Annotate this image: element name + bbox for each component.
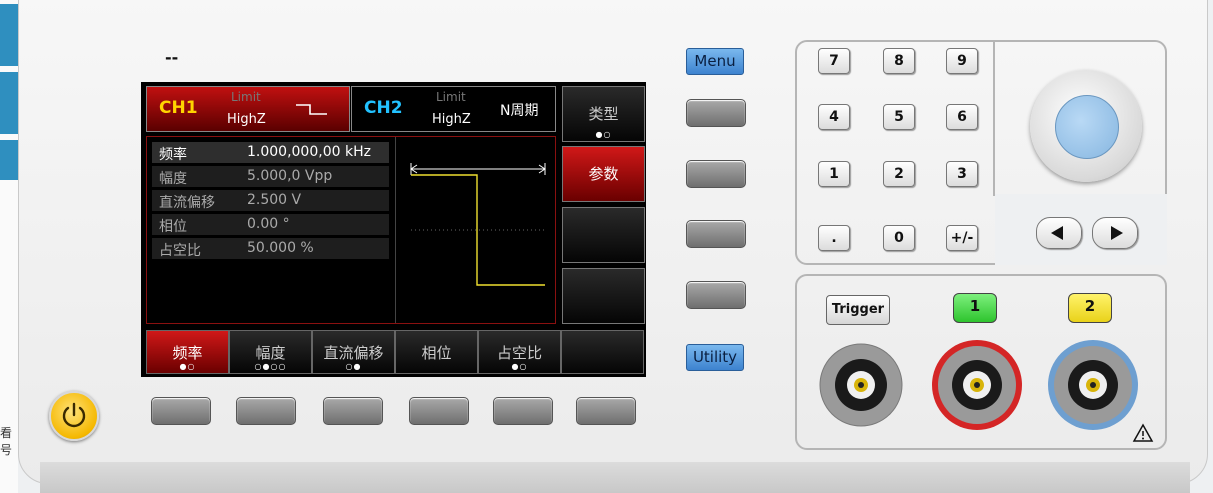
numpad-divider: [993, 40, 995, 196]
left-arrow-icon: [1051, 226, 1063, 240]
key-4[interactable]: 4: [818, 104, 850, 130]
param-value: 50.000 %: [247, 240, 314, 256]
hw-softkey-3[interactable]: [323, 397, 383, 425]
key-1[interactable]: 1: [818, 161, 850, 187]
bottom-key-empty[interactable]: [561, 330, 644, 374]
param-name: 幅度: [159, 171, 187, 187]
bottom-key-label: 频率: [172, 344, 203, 362]
bottom-key-label: 占空比: [496, 344, 542, 362]
warning-triangle-icon: [1132, 423, 1154, 442]
waveform-preview: [410, 163, 546, 286]
hw-softkey-6[interactable]: [576, 397, 636, 425]
key-3[interactable]: 3: [946, 161, 978, 187]
bottom-softkey-bar: 频率 ●○ 幅度 ○●○○ 直流偏移 ○● 相位 占空比 ●○: [146, 330, 645, 374]
param-row-amplitude[interactable]: 幅度 5.000,0 Vpp: [152, 166, 389, 187]
param-name: 直流偏移: [159, 195, 215, 211]
background-text: 看号: [0, 426, 13, 457]
ch2-output-button[interactable]: 2: [1068, 293, 1112, 323]
param-value: 1.000,000,00 kHz: [247, 144, 371, 160]
key-6[interactable]: 6: [946, 104, 978, 130]
param-row-duty[interactable]: 占空比 50.000 %: [152, 238, 389, 259]
hw-softkey-5[interactable]: [493, 397, 553, 425]
bottom-key-frequency[interactable]: 频率 ●○: [146, 330, 229, 374]
bottom-key-offset[interactable]: 直流偏移 ○●: [312, 330, 395, 374]
rotary-knob-cap[interactable]: [1055, 95, 1119, 159]
param-name: 频率: [159, 147, 187, 163]
power-button[interactable]: [49, 391, 99, 441]
softkey-type[interactable]: 类型 ●○: [562, 86, 645, 142]
param-name: 相位: [159, 219, 187, 235]
key-7[interactable]: 7: [818, 48, 850, 74]
bottom-key-duty[interactable]: 占空比 ●○: [478, 330, 561, 374]
right-arrow-button[interactable]: [1092, 217, 1138, 249]
ch1-bnc-connector: [932, 340, 1022, 430]
ch2-impedance: HighZ: [432, 112, 471, 127]
trigger-button[interactable]: Trigger: [826, 295, 890, 325]
key-0[interactable]: 0: [883, 225, 915, 251]
param-row-phase[interactable]: 相位 0.00 °: [152, 214, 389, 235]
hw-sidekey-4[interactable]: [686, 281, 746, 309]
bottom-key-label: 幅度: [255, 344, 286, 362]
ch1-limit: Limit: [231, 90, 261, 104]
param-value: 0.00 °: [247, 216, 290, 232]
ch2-bnc-connector: [1048, 340, 1138, 430]
bottom-key-dots: ○●○○: [254, 362, 287, 371]
background-window-strip: 看号: [0, 0, 18, 493]
key-plus-minus[interactable]: +/-: [946, 225, 978, 251]
param-row-offset[interactable]: 直流偏移 2.500 V: [152, 190, 389, 211]
ch1-impedance: HighZ: [227, 112, 266, 127]
bottom-key-phase[interactable]: 相位: [395, 330, 478, 374]
param-name: 占空比: [159, 243, 201, 259]
ch2-label: CH2: [364, 98, 403, 118]
square-wave-icon: [296, 104, 327, 115]
softkey-empty-4[interactable]: [562, 268, 645, 324]
softkey-type-dots: ●○: [595, 130, 612, 139]
device-bottom-band: [40, 462, 1190, 493]
hw-sidekey-1[interactable]: [686, 99, 746, 127]
bottom-key-label: 相位: [421, 344, 452, 362]
softkey-params-label: 参数: [588, 165, 619, 183]
bottom-key-label: 直流偏移: [323, 344, 384, 362]
hw-softkey-1[interactable]: [151, 397, 211, 425]
param-value: 2.500 V: [247, 192, 302, 208]
key-9[interactable]: 9: [946, 48, 978, 74]
param-value: 5.000,0 Vpp: [247, 168, 333, 184]
bottom-key-amplitude[interactable]: 幅度 ○●○○: [229, 330, 312, 374]
hw-sidekey-2[interactable]: [686, 160, 746, 188]
param-row-frequency[interactable]: 频率 1.000,000,00 kHz: [152, 142, 389, 163]
hw-softkey-4[interactable]: [409, 397, 469, 425]
key-8[interactable]: 8: [883, 48, 915, 74]
softkey-type-label: 类型: [588, 105, 619, 123]
bottom-key-dots: ○●: [345, 362, 362, 371]
key-5[interactable]: 5: [883, 104, 915, 130]
tab-ch2[interactable]: CH2 Limit HighZ N周期: [351, 86, 556, 132]
softkey-empty-3[interactable]: [562, 207, 645, 263]
panel-divider: [395, 137, 396, 323]
left-arrow-button[interactable]: [1036, 217, 1082, 249]
trigger-bnc-connector: [819, 343, 903, 427]
softkey-params[interactable]: 参数: [562, 146, 645, 202]
power-icon: [62, 402, 86, 428]
key-2[interactable]: 2: [883, 161, 915, 187]
menu-button[interactable]: Menu: [686, 48, 744, 75]
utility-button[interactable]: Utility: [686, 344, 744, 371]
ch2-mode: N周期: [500, 103, 539, 119]
key-decimal[interactable]: .: [818, 225, 850, 251]
ch1-output-button[interactable]: 1: [953, 293, 997, 323]
ch1-label: CH1: [159, 98, 198, 118]
bottom-key-dots: ●○: [179, 362, 196, 371]
bottom-key-dots: ●○: [511, 362, 528, 371]
hw-softkey-2[interactable]: [236, 397, 296, 425]
right-arrow-icon: [1111, 226, 1123, 240]
device-title: --: [165, 48, 179, 67]
hw-sidekey-3[interactable]: [686, 220, 746, 248]
tab-ch1[interactable]: CH1 Limit HighZ: [146, 86, 350, 132]
ch2-limit: Limit: [436, 90, 466, 104]
